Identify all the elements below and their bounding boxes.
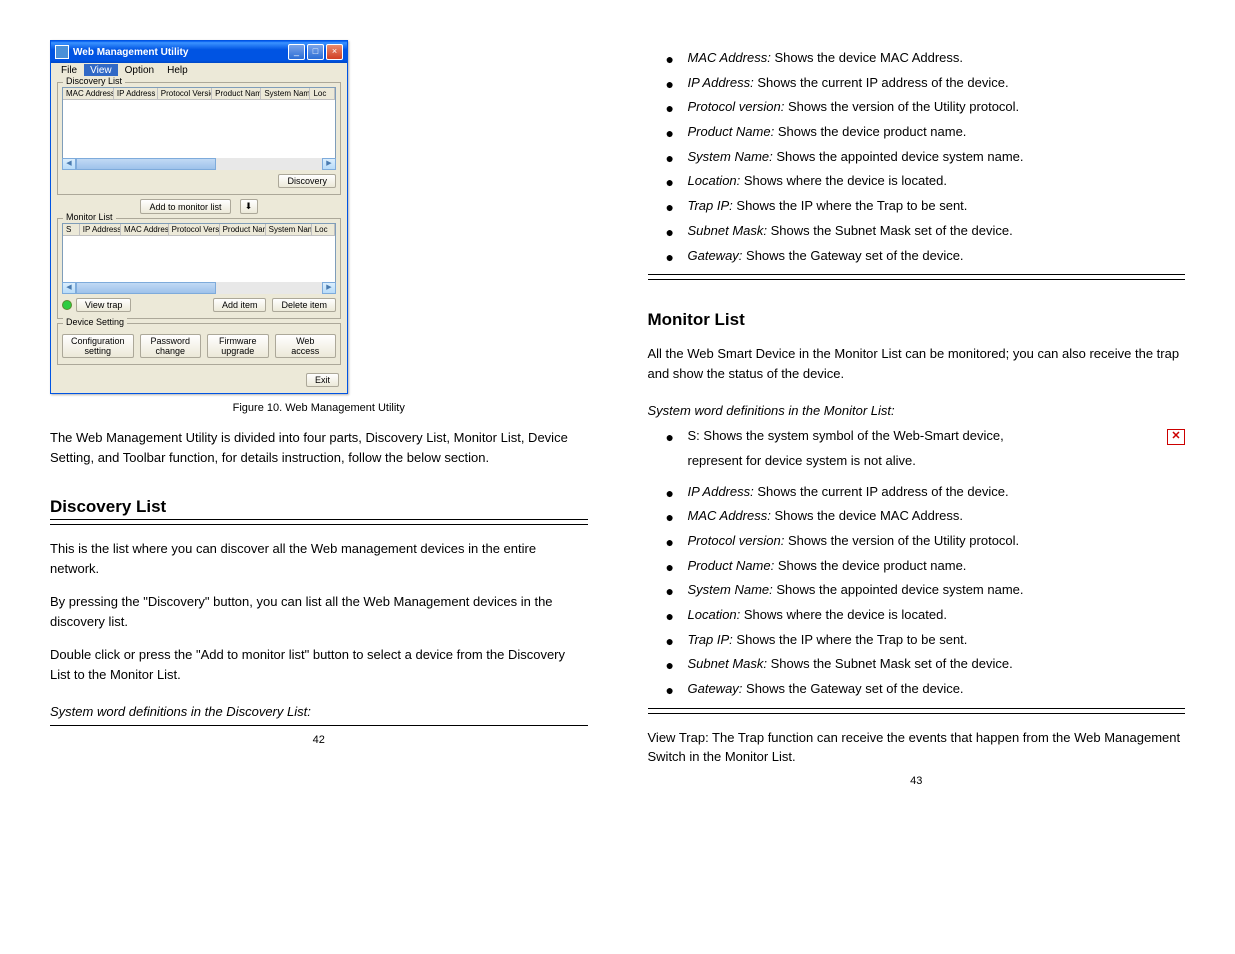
divider: [648, 708, 1186, 709]
bullet-list: IP Address: Shows the current IP address…: [648, 480, 1186, 702]
col-loc: Loc: [310, 88, 335, 99]
monitor-label: Monitor List: [63, 212, 116, 222]
body-text: All the Web Smart Device in the Monitor …: [648, 344, 1186, 383]
missing-image-icon: ✕: [1167, 429, 1185, 445]
divider: [50, 519, 588, 520]
list-item: System Name: Shows the appointed device …: [666, 578, 1186, 603]
menu-help[interactable]: Help: [161, 64, 194, 77]
list-item: Trap IP: Shows the IP where the Trap to …: [666, 628, 1186, 653]
col-product2: Product Name: [220, 224, 266, 235]
discovery-listview[interactable]: MAC Address IP Address Protocol Version …: [62, 87, 336, 159]
arrow-down-button[interactable]: ⬇: [240, 199, 258, 214]
body-text: By pressing the "Discovery" button, you …: [50, 592, 588, 631]
divider: [648, 713, 1186, 714]
body-text: The Web Management Utility is divided in…: [50, 428, 588, 467]
col-system: System Name: [261, 88, 310, 99]
config-setting-button[interactable]: Configuration setting: [62, 334, 134, 358]
scroll-thumb[interactable]: [76, 158, 216, 170]
device-setting-groupbox: Device Setting Configuration setting Pas…: [57, 323, 341, 365]
list-item: Protocol version: Shows the version of t…: [666, 95, 1186, 120]
divider: [648, 274, 1186, 275]
page-number: 43: [648, 775, 1186, 787]
web-access-button[interactable]: Web access: [275, 334, 336, 358]
firmware-upgrade-button[interactable]: Firmware upgrade: [207, 334, 268, 358]
col-s: S: [63, 224, 80, 235]
col-mac2: MAC Address: [121, 224, 169, 235]
col-product: Product Name: [212, 88, 261, 99]
titlebar: Web Management Utility _ □ ×: [51, 41, 347, 63]
maximize-button[interactable]: □: [307, 44, 324, 60]
monitor-scrollbar[interactable]: ◀ ▶: [62, 282, 336, 294]
minimize-button[interactable]: _: [288, 44, 305, 60]
divider: [648, 279, 1186, 280]
monitor-groupbox: Monitor List S IP Address MAC Address Pr…: [57, 218, 341, 319]
bullet-text: S: Shows the system symbol of the Web-Sm…: [688, 424, 1004, 449]
list-item: Protocol version: Shows the version of t…: [666, 529, 1186, 554]
monitor-listview[interactable]: S IP Address MAC Address Protocol Versio…: [62, 223, 336, 283]
list-item: Product Name: Shows the device product n…: [666, 120, 1186, 145]
monitor-list-title: Monitor List: [648, 310, 1186, 330]
scroll-right-icon[interactable]: ▶: [322, 158, 336, 170]
list-item: Trap IP: Shows the IP where the Trap to …: [666, 194, 1186, 219]
figure-label: Figure 10. Web Management Utility: [50, 402, 588, 414]
divider: [50, 725, 588, 726]
status-dot-icon: [62, 300, 72, 310]
col-ip2: IP Address: [80, 224, 121, 235]
close-button[interactable]: ×: [326, 44, 343, 60]
list-item: Location: Shows where the device is loca…: [666, 169, 1186, 194]
body-text: This is the list where you can discover …: [50, 539, 588, 578]
list-item: Location: Shows where the device is loca…: [666, 603, 1186, 628]
col-proto: Protocol Version: [158, 88, 212, 99]
app-window: Web Management Utility _ □ × File View O…: [50, 40, 348, 394]
page-number: 42: [50, 734, 588, 746]
add-to-monitor-button[interactable]: Add to monitor list: [140, 199, 230, 214]
bullet-list: MAC Address: Shows the device MAC Addres…: [648, 46, 1186, 268]
list-item: MAC Address: Shows the device MAC Addres…: [666, 504, 1186, 529]
list-item: Subnet Mask: Shows the Subnet Mask set o…: [666, 652, 1186, 677]
app-icon: [55, 45, 69, 59]
body-text: View Trap: The Trap function can receive…: [648, 728, 1186, 767]
discovery-header: MAC Address IP Address Protocol Version …: [63, 88, 335, 100]
list-item: S: Shows the system symbol of the Web-Sm…: [666, 424, 1186, 473]
list-item: IP Address: Shows the current IP address…: [666, 480, 1186, 505]
list-item: Gateway: Shows the Gateway set of the de…: [666, 677, 1186, 702]
divider: [50, 524, 588, 525]
discovery-list-title: Discovery List: [50, 497, 588, 517]
delete-item-button[interactable]: Delete item: [272, 298, 336, 312]
col-mac: MAC Address: [63, 88, 114, 99]
list-item: Gateway: Shows the Gateway set of the de…: [666, 244, 1186, 269]
scroll-left-icon[interactable]: ◀: [62, 282, 76, 294]
col-system2: System Name: [266, 224, 312, 235]
password-change-button[interactable]: Password change: [140, 334, 201, 358]
col-loc2: Loc: [312, 224, 335, 235]
sub-heading: System word definitions in the Monitor L…: [648, 403, 1186, 418]
body-text: Double click or press the "Add to monito…: [50, 645, 588, 684]
exit-button[interactable]: Exit: [306, 373, 339, 387]
scroll-left-icon[interactable]: ◀: [62, 158, 76, 170]
list-item: Subnet Mask: Shows the Subnet Mask set o…: [666, 219, 1186, 244]
scroll-right-icon[interactable]: ▶: [322, 282, 336, 294]
view-trap-button[interactable]: View trap: [76, 298, 131, 312]
col-ip: IP Address: [114, 88, 158, 99]
device-setting-label: Device Setting: [63, 317, 127, 327]
bullet-text: represent for device system is not alive…: [688, 453, 916, 468]
window-title: Web Management Utility: [73, 47, 288, 58]
scroll-thumb[interactable]: [76, 282, 216, 294]
list-item: MAC Address: Shows the device MAC Addres…: [666, 46, 1186, 71]
bullet-list: S: Shows the system symbol of the Web-Sm…: [648, 424, 1186, 473]
list-item: System Name: Shows the appointed device …: [666, 145, 1186, 170]
discovery-label: Discovery List: [63, 76, 125, 86]
col-proto2: Protocol Version: [169, 224, 220, 235]
sub-heading: System word definitions in the Discovery…: [50, 704, 588, 719]
discovery-scrollbar[interactable]: ◀ ▶: [62, 158, 336, 170]
add-item-button[interactable]: Add item: [213, 298, 267, 312]
list-item: Product Name: Shows the device product n…: [666, 554, 1186, 579]
discovery-groupbox: Discovery List MAC Address IP Address Pr…: [57, 82, 341, 195]
list-item: IP Address: Shows the current IP address…: [666, 71, 1186, 96]
monitor-header: S IP Address MAC Address Protocol Versio…: [63, 224, 335, 236]
discovery-button[interactable]: Discovery: [278, 174, 336, 188]
